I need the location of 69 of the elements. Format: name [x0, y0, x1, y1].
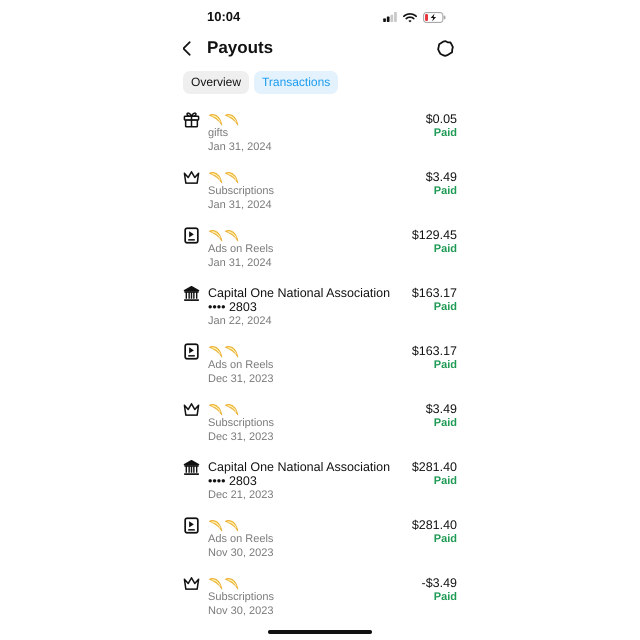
- page-title: Payouts: [207, 37, 274, 59]
- transaction-date: Nov 30, 2023: [208, 604, 274, 618]
- transaction-date: Dec 31, 2023: [208, 372, 274, 386]
- wifi-icon: [403, 12, 417, 22]
- transaction-category: Subscriptions: [208, 416, 274, 430]
- payment-status: Paid: [434, 126, 457, 140]
- swirl-emoji-icon: [224, 344, 239, 358]
- transaction-amount: $3.49: [426, 170, 457, 184]
- swirl-emoji-icon: [208, 402, 223, 416]
- payment-status: Paid: [434, 416, 457, 430]
- swirl-emoji-icon: [224, 112, 239, 126]
- swirl-emoji-icon: [208, 112, 223, 126]
- swirl-emoji-icon: [208, 228, 223, 242]
- payment-status: Paid: [434, 358, 457, 372]
- transaction-amount: $163.17: [412, 286, 457, 300]
- transaction-amount: $3.49: [426, 402, 457, 416]
- transaction-category: Ads on Reels: [208, 532, 274, 546]
- transaction-date: Jan 31, 2024: [208, 198, 272, 212]
- transaction-date: Jan 22, 2024: [208, 314, 272, 328]
- payment-status: Paid: [434, 474, 457, 488]
- payment-status: Paid: [434, 532, 457, 546]
- transaction-date: Jan 31, 2024: [208, 140, 272, 154]
- swirl-emoji-icon: [224, 228, 239, 242]
- account-number: •••• 2803: [208, 474, 257, 488]
- swirl-emoji-icon: [208, 344, 223, 358]
- payment-status: Paid: [434, 242, 457, 256]
- back-icon[interactable]: [183, 40, 191, 56]
- transaction-date: Dec 31, 2023: [208, 430, 274, 444]
- swirl-emoji-icon: [224, 518, 239, 532]
- transaction-amount: $163.17: [412, 344, 457, 358]
- payment-status: Paid: [434, 590, 457, 604]
- gift-icon: [183, 111, 200, 128]
- swirl-emoji-icon: [208, 170, 223, 184]
- transaction-amount: $0.05: [426, 112, 457, 126]
- video-document-icon: [183, 227, 200, 244]
- bank-icon: [183, 285, 200, 302]
- swirl-emoji-icon: [224, 402, 239, 416]
- transaction-date: Nov 30, 2023: [208, 546, 274, 560]
- transaction-category: Subscriptions: [208, 590, 274, 604]
- account-number: •••• 2803: [208, 300, 257, 314]
- payment-status: Paid: [434, 184, 457, 198]
- transaction-amount: -$3.49: [422, 576, 457, 590]
- swirl-emoji-icon: [224, 576, 239, 590]
- transaction-category: Ads on Reels: [208, 242, 274, 256]
- crown-icon: [183, 401, 200, 418]
- battery-icon: [423, 12, 446, 22]
- crown-icon: [183, 169, 200, 186]
- transaction-amount: $129.45: [412, 228, 457, 242]
- video-document-icon: [183, 517, 200, 534]
- signal-icon: [383, 12, 397, 22]
- transaction-category: Ads on Reels: [208, 358, 274, 372]
- tab[interactable]: Overview: [183, 71, 250, 94]
- crown-icon: [183, 575, 200, 592]
- status-time: 10:04: [207, 9, 240, 25]
- video-document-icon: [183, 343, 200, 360]
- bank-icon: [183, 459, 200, 476]
- transaction-title: Capital One National Association: [208, 286, 390, 300]
- payment-status: Paid: [434, 300, 457, 314]
- swirl-emoji-icon: [208, 576, 223, 590]
- transaction-category: Subscriptions: [208, 184, 274, 198]
- transaction-amount: $281.40: [412, 460, 457, 474]
- swirl-emoji-icon: [208, 518, 223, 532]
- transaction-title: Capital One National Association: [208, 460, 390, 474]
- transaction-date: Dec 21, 2023: [208, 488, 274, 502]
- transaction-category: gifts: [208, 126, 228, 140]
- transaction-amount: $281.40: [412, 518, 457, 532]
- transaction-date: Jan 31, 2024: [208, 256, 272, 270]
- swirl-emoji-icon: [224, 170, 239, 184]
- settings-icon[interactable]: [437, 40, 454, 56]
